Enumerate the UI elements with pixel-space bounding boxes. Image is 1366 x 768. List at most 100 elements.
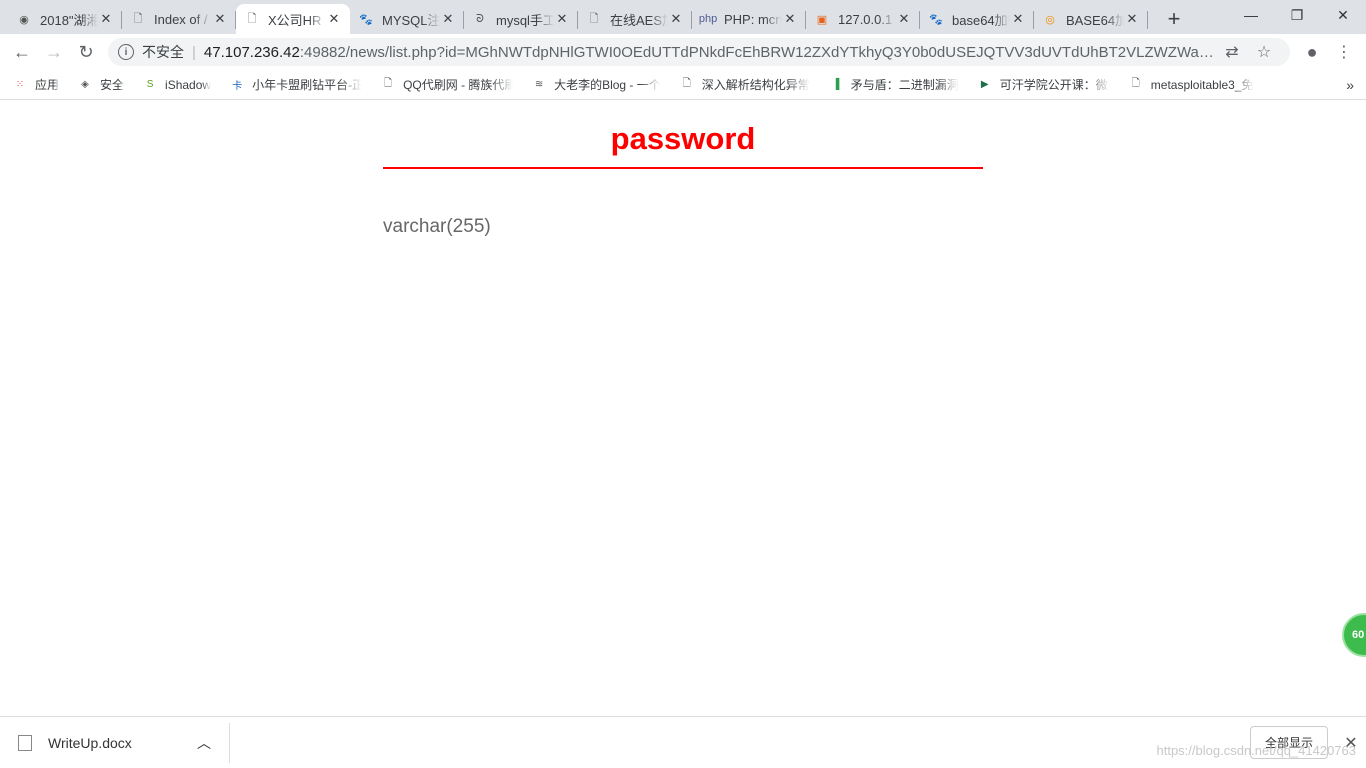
bookmark[interactable]: 🗋 深入解析结构化异常 bbox=[679, 76, 810, 93]
ishadow-icon: S bbox=[146, 79, 154, 90]
page-icon: 🗋 bbox=[247, 12, 257, 25]
blog-icon: ≋ bbox=[534, 79, 544, 90]
url-rest: :49882/news/list.php?id=MGhNWTdpNHlGTWI0… bbox=[299, 43, 1216, 61]
watermark: https://blog.csdn.net/qq_41420763 bbox=[1156, 743, 1357, 758]
download-filename: WriteUp.docx bbox=[48, 734, 132, 751]
tab[interactable]: php PHP: mcrypt✕ bbox=[692, 4, 806, 34]
bookmark[interactable]: ≋ 大老李的Blog - 一个 bbox=[531, 76, 661, 93]
close-tab-icon[interactable]: ✕ bbox=[782, 11, 798, 27]
download-item[interactable]: WriteUp.docx ︿ bbox=[0, 722, 230, 763]
close-tab-icon[interactable]: ✕ bbox=[554, 11, 570, 27]
close-tab-icon[interactable]: ✕ bbox=[212, 11, 228, 27]
bookmark-label: QQ代刷网 - 腾族代刷 bbox=[403, 78, 514, 92]
document-icon bbox=[18, 734, 32, 751]
bookmark[interactable]: 卡小年卡盟刷钻平台-正 bbox=[229, 76, 362, 93]
bookmark[interactable]: 🗋 QQ代刷网 - 腾族代刷 bbox=[380, 76, 513, 93]
play-icon: ▶ bbox=[980, 79, 989, 90]
page-icon: 🗋 bbox=[384, 78, 393, 89]
tab[interactable]: 🐾 base64加密✕ bbox=[920, 4, 1034, 34]
tab-title: 在线AES加密 bbox=[610, 12, 668, 28]
restore-button[interactable]: ❐ bbox=[1274, 0, 1320, 30]
tab[interactable]: ◉ 2018"湖湘杯"✕ bbox=[8, 4, 122, 34]
tab-title: base64加密 bbox=[952, 12, 1010, 28]
toolbar: ← → ↻ i 不安全 | 47.107.236.42 :49882/news/… bbox=[0, 34, 1366, 70]
tab-title: BASE64加密 bbox=[1066, 12, 1124, 28]
bookmarks-bar: ⁙ 应用 ◈ 安全 SiShadow 卡小年卡盟刷钻平台-正 🗋 QQ代刷网 - 腾族代刷 ≋ 大… bbox=[0, 70, 1366, 100]
xampp-icon: ▣ bbox=[816, 13, 828, 26]
tab-title: mysql手工 bbox=[496, 12, 554, 28]
page-icon: 🗋 bbox=[133, 12, 143, 25]
bookmark[interactable]: SiShadow bbox=[142, 77, 211, 93]
minimize-button[interactable]: — bbox=[1228, 0, 1274, 30]
reload-button[interactable]: ↻ bbox=[70, 42, 102, 63]
tab-title: MYSQL注入 bbox=[382, 12, 440, 28]
bookmark[interactable]: ◈ 安全 bbox=[77, 76, 124, 93]
tab-title: 2018"湖湘杯" bbox=[40, 12, 98, 28]
bookmark-label: 小年卡盟刷钻平台-正 bbox=[252, 78, 363, 92]
close-tab-icon[interactable]: ✕ bbox=[1124, 11, 1140, 27]
apps-icon: ⁙ bbox=[15, 79, 25, 90]
page-title: password bbox=[383, 121, 983, 169]
page-icon: 🗋 bbox=[682, 78, 691, 89]
new-tab-button[interactable]: + bbox=[1160, 6, 1188, 32]
close-tab-icon[interactable]: ✕ bbox=[668, 11, 684, 27]
close-tab-icon[interactable]: ✕ bbox=[98, 11, 114, 27]
bookmark-label: 矛与盾：二进制漏洞 bbox=[850, 78, 959, 92]
tab-strip: ◉2018"湖湘杯"✕🗋Index of /✕🗋X公司HR✕🐾MYSQL注入✕ᘐ… bbox=[0, 0, 1366, 34]
close-window-button[interactable]: ✕ bbox=[1320, 0, 1366, 30]
page-icon: 🗋 bbox=[589, 12, 599, 25]
tab[interactable]: ▣ 127.0.0.1 ✕ bbox=[806, 4, 920, 34]
menu-icon[interactable]: ⋮ bbox=[1328, 42, 1360, 62]
more-bookmarks-icon[interactable]: » bbox=[1346, 77, 1354, 93]
tab-title: 127.0.0.1 bbox=[838, 11, 893, 27]
address-bar[interactable]: i 不安全 | 47.107.236.42 :49882/news/list.p… bbox=[108, 38, 1290, 66]
info-icon[interactable]: i bbox=[118, 44, 134, 60]
php-icon: php bbox=[698, 13, 718, 25]
layers-icon: ◈ bbox=[81, 79, 89, 90]
page-content: password varchar(255) 60 bbox=[0, 101, 1366, 716]
close-tab-icon[interactable]: ✕ bbox=[1010, 11, 1026, 27]
column-type: varchar(255) bbox=[383, 216, 491, 237]
tab-title: PHP: mcrypt bbox=[724, 11, 782, 27]
script-icon: ᘐ bbox=[476, 12, 484, 25]
close-tab-icon[interactable]: ✕ bbox=[440, 11, 456, 27]
seal-icon: ◉ bbox=[19, 13, 29, 26]
ka-icon: 卡 bbox=[232, 81, 243, 92]
bookmark-label: 大老李的Blog - 一个 bbox=[554, 78, 661, 92]
float-widget[interactable]: 60 bbox=[1342, 613, 1366, 657]
close-tab-icon[interactable]: ✕ bbox=[896, 11, 912, 27]
tab[interactable]: ◎ BASE64加密✕ bbox=[1034, 4, 1148, 34]
url-host: 47.107.236.42 bbox=[203, 43, 300, 61]
security-label: 不安全 bbox=[142, 44, 184, 60]
baidu-icon: 🐾 bbox=[929, 13, 943, 26]
star-icon[interactable]: ☆ bbox=[1248, 42, 1280, 62]
close-tab-icon[interactable]: ✕ bbox=[326, 11, 342, 27]
bookmark-label: metasploitable3_免 bbox=[1150, 78, 1254, 92]
bookmark-label: 安全 bbox=[100, 78, 125, 92]
bookmark[interactable]: 🗋 metasploitable3_免 bbox=[1128, 76, 1254, 93]
page-icon: 🗋 bbox=[1131, 78, 1140, 89]
tab[interactable]: 🗋 X公司HR ✕ bbox=[236, 4, 350, 34]
tab-title: X公司HR bbox=[268, 12, 322, 28]
tab-title: Index of / bbox=[154, 11, 208, 27]
green-icon: ▐ bbox=[832, 79, 840, 90]
bookmark[interactable]: ▶ 可汗学院公开课：微积 bbox=[977, 76, 1110, 93]
bookmark-label: iShadow bbox=[165, 77, 212, 92]
baidu-icon: 🐾 bbox=[359, 13, 373, 26]
tab[interactable]: 🗋 在线AES加密✕ bbox=[578, 4, 692, 34]
swirl-icon: ◎ bbox=[1045, 13, 1055, 26]
translate-icon[interactable]: ⇄ bbox=[1216, 42, 1248, 62]
download-bar: WriteUp.docx ︿ 全部显示 ✕ https://blog.csdn.… bbox=[0, 716, 1366, 768]
chevron-up-icon[interactable]: ︿ bbox=[197, 733, 211, 753]
bookmark-label: 可汗学院公开课：微积 bbox=[999, 78, 1110, 92]
bookmark[interactable]: ⁙ 应用 bbox=[12, 76, 59, 93]
tab[interactable]: 🐾 MYSQL注入✕ bbox=[350, 4, 464, 34]
tab[interactable]: 🗋 Index of / ✕ bbox=[122, 4, 236, 34]
back-button[interactable]: ← bbox=[6, 42, 38, 63]
profile-icon[interactable]: ● bbox=[1296, 42, 1328, 63]
forward-button[interactable]: → bbox=[38, 42, 70, 63]
bookmark[interactable]: ▐ 矛与盾：二进制漏洞 bbox=[828, 76, 959, 93]
tab[interactable]: ᘐ mysql手工 ✕ bbox=[464, 4, 578, 34]
bookmark-label: 应用 bbox=[35, 78, 60, 92]
bookmark-label: 深入解析结构化异常 bbox=[701, 78, 810, 92]
